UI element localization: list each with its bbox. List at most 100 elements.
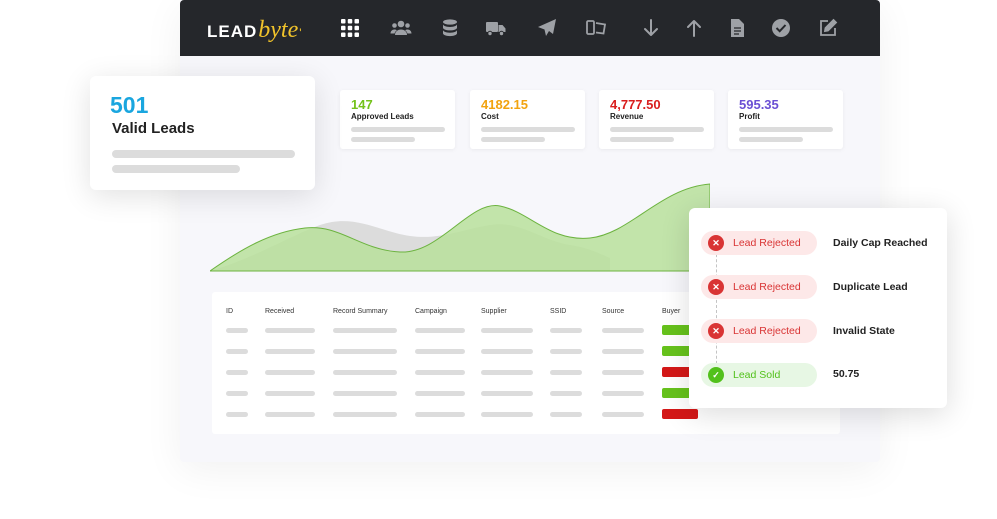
placeholder-bar: [112, 165, 240, 173]
close-icon: ✕: [708, 279, 724, 295]
placeholder-cell: [602, 412, 644, 417]
placeholder-cell: [226, 391, 248, 396]
placeholder-bar: [739, 127, 833, 132]
apps-grid-icon[interactable]: [339, 17, 361, 39]
placeholder-cell: [415, 412, 465, 417]
placeholder-cell: [481, 370, 533, 375]
placeholder-cell: [226, 370, 248, 375]
stat-label: Approved Leads: [351, 112, 414, 121]
stat-card-revenue[interactable]: 4,777.50 Revenue: [599, 90, 714, 149]
users-icon[interactable]: [390, 17, 412, 39]
stat-label: Revenue: [610, 112, 644, 121]
chart-area-green: [210, 183, 710, 272]
placeholder-cell: [226, 349, 248, 354]
event-reason: Daily Cap Reached: [833, 237, 928, 249]
placeholder-cell: [550, 328, 582, 333]
placeholder-cell: [481, 412, 533, 417]
column-header-supplier[interactable]: Supplier: [481, 308, 507, 315]
timeline-connector: [716, 244, 717, 374]
placeholder-cell: [226, 328, 248, 333]
event-status-badge[interactable]: ✓ Lead Sold: [701, 363, 817, 387]
placeholder-cell: [265, 349, 315, 354]
event-reason: 50.75: [833, 368, 860, 380]
buyer-status-bar: [662, 409, 698, 419]
leadbyte-logo[interactable]: LEAD byte ': [207, 16, 302, 42]
event-status-text: Lead Rejected: [733, 237, 801, 249]
column-header-received[interactable]: Received: [265, 308, 294, 315]
placeholder-cell: [415, 391, 465, 396]
placeholder-cell: [550, 349, 582, 354]
close-icon: ✕: [708, 235, 724, 251]
column-header-campaign[interactable]: Campaign: [415, 308, 447, 315]
placeholder-cell: [481, 349, 533, 354]
placeholder-cell: [481, 391, 533, 396]
check-circle-icon[interactable]: [770, 17, 792, 39]
stat-value: 147: [351, 97, 373, 112]
placeholder-bar: [610, 127, 704, 132]
logo-mark: ': [299, 26, 302, 40]
placeholder-bar: [351, 137, 415, 142]
event-status-text: Lead Rejected: [733, 281, 801, 293]
placeholder-cell: [602, 328, 644, 333]
valid-leads-label: Valid Leads: [112, 120, 195, 137]
placeholder-cell: [265, 328, 315, 333]
lead-events-card: ✕ Lead Rejected Daily Cap Reached ✕ Lead…: [689, 208, 947, 408]
event-reason: Duplicate Lead: [833, 281, 908, 293]
placeholder-cell: [415, 349, 465, 354]
close-icon: ✕: [708, 323, 724, 339]
event-status-badge[interactable]: ✕ Lead Rejected: [701, 319, 817, 343]
stat-value: 4182.15: [481, 97, 528, 112]
placeholder-cell: [550, 391, 582, 396]
event-status-text: Lead Rejected: [733, 325, 801, 337]
stat-card-approved-leads[interactable]: 147 Approved Leads: [340, 90, 455, 149]
event-status-badge[interactable]: ✕ Lead Rejected: [701, 275, 817, 299]
column-header-id[interactable]: ID: [226, 308, 233, 315]
arrow-down-icon[interactable]: [640, 17, 662, 39]
column-header-record-summary[interactable]: Record Summary: [333, 308, 387, 315]
stat-card-cost[interactable]: 4182.15 Cost: [470, 90, 585, 149]
truck-icon[interactable]: [485, 17, 507, 39]
event-status-text: Lead Sold: [733, 369, 781, 381]
placeholder-cell: [602, 349, 644, 354]
device-icon[interactable]: [585, 17, 607, 39]
stat-value: 595.35: [739, 97, 779, 112]
document-icon[interactable]: [726, 17, 748, 39]
event-status-badge[interactable]: ✕ Lead Rejected: [701, 231, 817, 255]
stat-card-profit[interactable]: 595.35 Profit: [728, 90, 843, 149]
logo-text-lead: LEAD: [207, 22, 258, 41]
valid-leads-count: 501: [110, 92, 149, 118]
placeholder-cell: [602, 391, 644, 396]
edit-icon[interactable]: [817, 17, 839, 39]
top-navigation-bar: LEAD byte ': [180, 0, 880, 56]
database-icon[interactable]: [439, 17, 461, 39]
column-header-buyer[interactable]: Buyer: [662, 308, 680, 315]
logo-text-byte: byte: [258, 17, 299, 43]
placeholder-bar: [739, 137, 803, 142]
placeholder-cell: [550, 412, 582, 417]
column-header-source[interactable]: Source: [602, 308, 624, 315]
placeholder-cell: [333, 370, 397, 375]
stat-value: 4,777.50: [610, 97, 661, 112]
placeholder-bar: [351, 127, 445, 132]
send-icon[interactable]: [536, 17, 558, 39]
event-reason: Invalid State: [833, 325, 895, 337]
placeholder-cell: [265, 370, 315, 375]
stat-label: Cost: [481, 112, 499, 121]
placeholder-cell: [265, 412, 315, 417]
placeholder-cell: [415, 328, 465, 333]
placeholder-cell: [602, 370, 644, 375]
placeholder-cell: [481, 328, 533, 333]
placeholder-cell: [226, 412, 248, 417]
placeholder-bar: [610, 137, 674, 142]
arrow-up-icon[interactable]: [683, 17, 705, 39]
placeholder-cell: [550, 370, 582, 375]
valid-leads-card[interactable]: 501 Valid Leads: [90, 76, 315, 190]
placeholder-cell: [333, 412, 397, 417]
column-header-ssid[interactable]: SSID: [550, 308, 566, 315]
placeholder-cell: [333, 328, 397, 333]
placeholder-cell: [415, 370, 465, 375]
placeholder-cell: [333, 391, 397, 396]
check-icon: ✓: [708, 367, 724, 383]
placeholder-cell: [333, 349, 397, 354]
placeholder-bar: [112, 150, 295, 158]
